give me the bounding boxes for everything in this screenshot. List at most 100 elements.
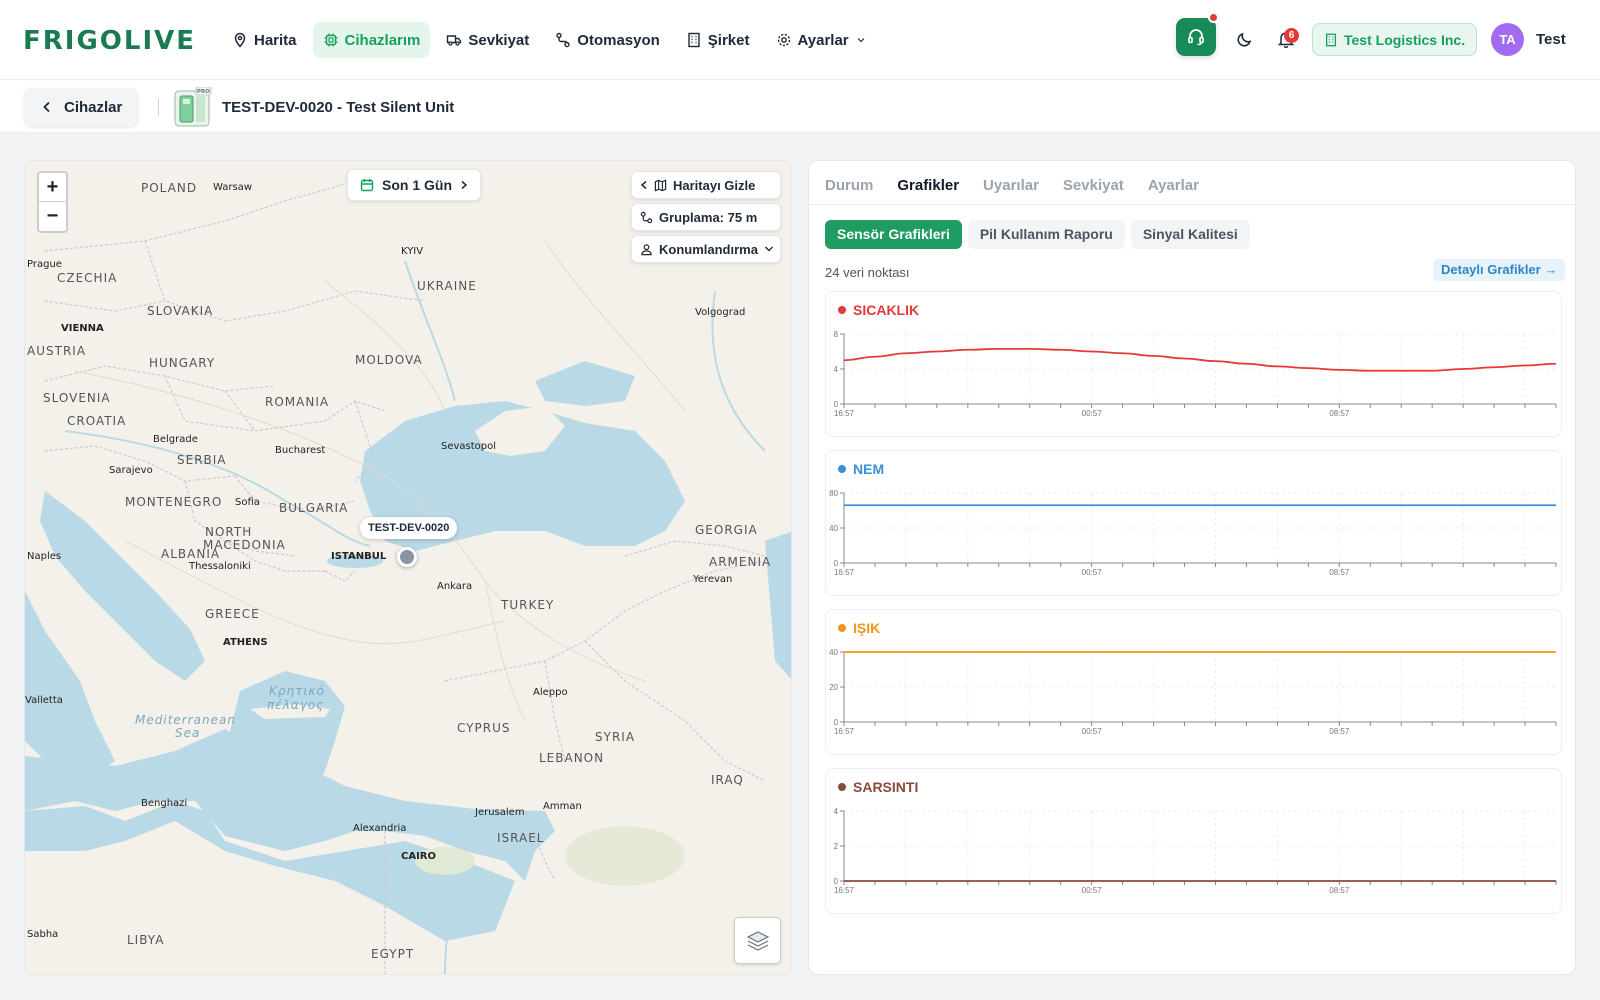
- map-label: GREECE: [205, 607, 260, 621]
- chart-card-temperature: SICAKLIK 0 4 8 16:57 00:57 08:57: [825, 291, 1562, 437]
- calendar-icon: [360, 179, 374, 192]
- chart-card-humidity: NEM 0 40 80 16:57 00:57 08:57: [825, 450, 1562, 596]
- nav-harita[interactable]: Harita: [222, 22, 307, 58]
- chart-card-vibration: SARSINTI 0 2 4 16:57 00:57 08:57: [825, 768, 1562, 914]
- map-pin-icon: [234, 32, 246, 48]
- x-tick-label: 16:57: [834, 568, 855, 577]
- map-label: Amman: [543, 801, 582, 812]
- device-location-marker[interactable]: [397, 547, 417, 567]
- nav-sevkiyat[interactable]: Sevkiyat: [436, 22, 539, 58]
- support-button[interactable]: [1176, 18, 1216, 56]
- divider: [158, 98, 159, 116]
- zoom-in-button[interactable]: +: [39, 173, 66, 202]
- tab-durum[interactable]: Durum: [825, 177, 873, 194]
- legend-dot: [838, 306, 846, 314]
- x-tick-label: 00:57: [1082, 409, 1103, 418]
- hide-map-button[interactable]: Haritayı Gizle: [631, 171, 781, 199]
- subtab-battery-report[interactable]: Pil Kullanım Raporu: [967, 220, 1125, 249]
- map-label: BULGARIA: [279, 501, 349, 515]
- date-range-button[interactable]: Son 1 Gün: [347, 169, 481, 201]
- map-label: CROATIA: [67, 414, 127, 428]
- tab-grafikler[interactable]: Grafikler: [897, 177, 959, 194]
- y-tick-label: 20: [829, 683, 838, 692]
- layers-button[interactable]: [734, 917, 781, 964]
- nav-sirket[interactable]: Şirket: [676, 22, 760, 58]
- map-label: MOLDOVA: [355, 353, 423, 367]
- data-points-count: 24 veri noktası: [825, 265, 910, 280]
- x-tick-label: 08:57: [1329, 886, 1350, 895]
- legend-dot: [838, 465, 846, 473]
- chart-title-text: SARSINTI: [853, 779, 919, 795]
- map-label: SYRIA: [595, 730, 636, 744]
- chart-card-light: IŞIK 0 20 40 16:57 00:57 08:57: [825, 609, 1562, 755]
- chart-title: SARSINTI: [838, 779, 918, 795]
- y-tick-label: 4: [834, 807, 839, 816]
- map-label: Valletta: [25, 695, 63, 706]
- grouping-label: Gruplama: 75 m: [659, 209, 758, 225]
- subtab-sensor-charts[interactable]: Sensör Grafikleri: [825, 220, 962, 249]
- chart-svg: 0 40 80 16:57 00:57 08:57: [829, 489, 1557, 577]
- map-label: Sofia: [235, 497, 260, 508]
- map-label: Bucharest: [275, 445, 326, 456]
- map-label: HUNGARY: [149, 356, 216, 370]
- tab-sevkiyat[interactable]: Sevkiyat: [1063, 177, 1124, 194]
- zoom-out-button[interactable]: −: [39, 202, 66, 231]
- chevron-left-icon: [640, 180, 647, 190]
- nav-ayarlar[interactable]: Ayarlar: [766, 22, 877, 58]
- nav-harita-label: Harita: [254, 31, 297, 49]
- company-name: Test Logistics Inc.: [1344, 31, 1466, 48]
- map-label: AUSTRIA: [27, 344, 87, 358]
- gear-icon: [777, 33, 790, 47]
- user-name[interactable]: Test: [1536, 31, 1566, 48]
- detailed-charts-link[interactable]: Detaylı Grafikler →: [1433, 259, 1566, 281]
- person-pin-icon: [641, 243, 652, 255]
- map-label: ATHENS: [223, 637, 268, 648]
- chart-svg: 0 4 8 16:57 00:57 08:57: [834, 330, 1557, 418]
- nav-otomasyon[interactable]: Otomasyon: [545, 22, 670, 58]
- x-tick-label: 16:57: [834, 727, 855, 736]
- subtab-signal-quality[interactable]: Sinyal Kalitesi: [1130, 220, 1250, 249]
- map-label: Sabha: [27, 929, 59, 940]
- truck-icon: [447, 35, 462, 46]
- back-button[interactable]: Cihazlar: [24, 88, 138, 126]
- tab-ayarlar[interactable]: Ayarlar: [1148, 177, 1199, 194]
- map-label: ISTANBUL: [331, 551, 387, 562]
- tabs-divider: [809, 204, 1577, 205]
- map-label: POLAND: [141, 181, 198, 195]
- map-label: CZECHIA: [57, 271, 118, 285]
- device-unit-icon: PRO: [174, 87, 212, 127]
- series-line: [843, 347, 1557, 372]
- map-label: CAIRO: [401, 851, 436, 862]
- layers-icon: [746, 930, 769, 951]
- moon-icon[interactable]: [1236, 30, 1254, 48]
- grouping-button[interactable]: Gruplama: 75 m: [631, 203, 781, 231]
- map-view[interactable]: POLAND Warsaw Prague CZECHIA KYIV UKRAIN…: [24, 160, 792, 975]
- y-tick-label: 0: [834, 877, 839, 886]
- nav-sevkiyat-label: Sevkiyat: [468, 31, 530, 49]
- map-label: Naples: [27, 551, 62, 562]
- top-navbar: FRIGOLIVE Harita Cihazlarım Sevkiyat Oto…: [0, 0, 1600, 80]
- chart-title-text: SICAKLIK: [853, 302, 920, 318]
- map-label: GEORGIA: [695, 523, 758, 537]
- tab-uyarilar[interactable]: Uyarılar: [983, 177, 1039, 194]
- route-icon: [556, 32, 570, 48]
- cluster-icon: [640, 211, 653, 223]
- chart-title: SICAKLIK: [838, 302, 919, 318]
- map-label: Benghazi: [141, 798, 188, 809]
- nav-cihazlarim[interactable]: Cihazlarım: [312, 22, 431, 58]
- frigolive-logo[interactable]: FRIGOLIVE: [23, 26, 196, 56]
- chart-svg: 0 2 4 16:57 00:57 08:57: [834, 807, 1557, 895]
- headset-icon: [1188, 29, 1204, 46]
- map-label: MONTENEGRO: [125, 495, 223, 509]
- nav-otomasyon-label: Otomasyon: [577, 31, 660, 49]
- map-icon: [654, 178, 667, 192]
- positioning-dropdown[interactable]: Konumlandırma: [631, 235, 781, 263]
- map-label: Jerusalem: [475, 807, 525, 818]
- company-selector[interactable]: Test Logistics Inc.: [1312, 23, 1478, 56]
- avatar[interactable]: TA: [1491, 23, 1524, 56]
- chevron-down-icon: [764, 246, 773, 252]
- map-label: Volgograd: [695, 307, 746, 318]
- device-map-tag[interactable]: TEST-DEV-0020: [360, 517, 458, 539]
- map-label: IRAQ: [711, 773, 744, 787]
- map-label: Aleppo: [533, 687, 568, 698]
